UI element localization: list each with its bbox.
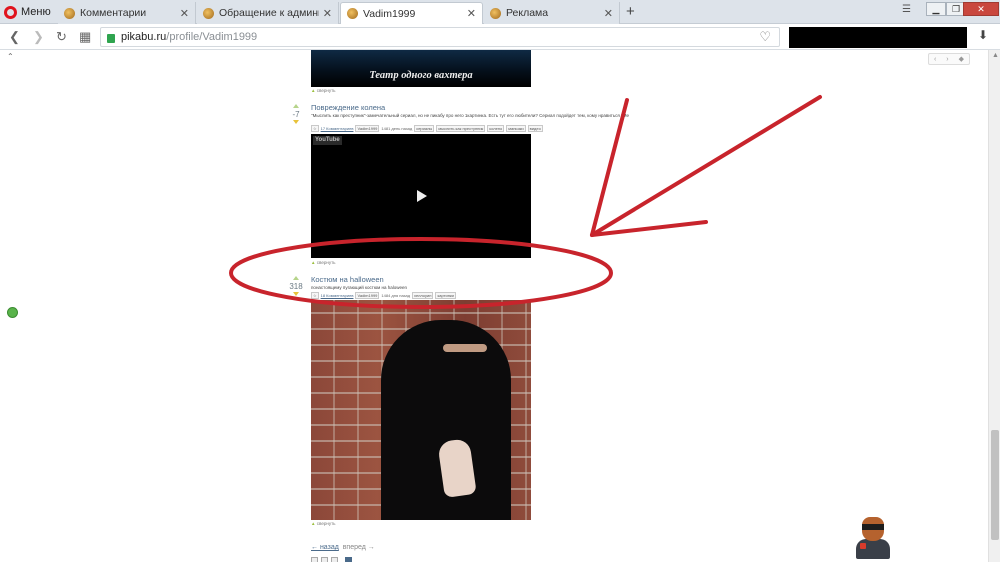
share-icon[interactable] xyxy=(311,557,318,562)
comments-link[interactable]: 18 Комментариев xyxy=(321,293,354,298)
pager-forward-link[interactable]: вперед → xyxy=(343,544,375,551)
play-icon[interactable] xyxy=(417,190,427,202)
share-icon[interactable] xyxy=(331,557,338,562)
minimize-button[interactable]: ▁ xyxy=(926,2,946,16)
avatar-badge xyxy=(860,543,866,549)
mini-fish-icon[interactable]: ◆ xyxy=(959,55,964,63)
video-thumbnail[interactable]: Театр одного вахтера xyxy=(311,50,531,87)
tab-close-icon[interactable]: ✕ xyxy=(604,7,613,20)
save-post-button[interactable]: ☆ xyxy=(311,292,319,299)
avatar-headband xyxy=(862,524,884,530)
post-tag[interactable]: хеллоуин xyxy=(412,292,434,299)
opera-menu-button[interactable]: Меню xyxy=(4,3,51,21)
share-icon[interactable] xyxy=(345,557,352,562)
menu-label: Меню xyxy=(21,6,51,18)
url-input[interactable]: pikabu.ru /profile/Vadim1999 ♡ xyxy=(100,27,780,47)
post-meta: ☆ 18 Комментариев Vadim1999 1484 дня наз… xyxy=(311,292,456,299)
tab-title: Обращение к администр xyxy=(219,7,319,19)
author-link[interactable]: Vadim1999 xyxy=(355,125,380,132)
post-rating: 318 xyxy=(289,282,303,291)
photo-eyes xyxy=(443,344,487,352)
youtube-video-player[interactable]: YouTube xyxy=(311,134,531,258)
pikabu-favicon-icon xyxy=(490,7,501,19)
collapse-link[interactable]: ▲ свернуть xyxy=(311,521,335,526)
post-title[interactable]: Костюм на halloween xyxy=(311,275,384,284)
post-description: "Мыслить как преступник"-замечательный с… xyxy=(311,113,630,118)
tab-title: Реклама xyxy=(506,7,549,19)
url-host: pikabu.ru xyxy=(121,31,167,43)
pager-back-link[interactable]: ← назад xyxy=(311,544,339,551)
avatar-body xyxy=(856,539,890,559)
upvote-icon[interactable] xyxy=(293,104,299,108)
reload-icon[interactable]: ↻ xyxy=(56,29,67,45)
mini-next-icon[interactable]: › xyxy=(946,56,948,63)
author-link[interactable]: Vadim1999 xyxy=(355,292,380,299)
mini-navigation[interactable]: ‹ › ◆ xyxy=(928,53,970,65)
tab-title: Комментарии xyxy=(80,7,147,19)
tab-ads[interactable]: Реклама ✕ xyxy=(484,2,620,24)
scroll-thumb[interactable] xyxy=(991,430,999,540)
save-post-button[interactable]: ☆ xyxy=(311,125,319,132)
speed-dial-grid-icon[interactable]: ▦ xyxy=(79,29,91,45)
pikabu-favicon-icon xyxy=(203,7,214,19)
post-tag[interactable]: видео xyxy=(527,125,543,132)
post-tag[interactable]: мыслить как преступник xyxy=(436,125,486,132)
downvote-icon[interactable] xyxy=(293,120,299,124)
upvote-icon[interactable] xyxy=(293,276,299,280)
pikabu-favicon-icon xyxy=(64,7,75,19)
tab-close-icon[interactable]: ✕ xyxy=(180,7,189,20)
post-age: 1481 день назад xyxy=(381,126,413,131)
side-green-button[interactable] xyxy=(7,307,18,318)
tab-strip: Меню Комментарии ✕ Обращение к администр… xyxy=(0,0,1000,24)
collapse-link[interactable]: ▲ свернуть xyxy=(311,88,335,93)
scroll-top-caret-icon[interactable]: ⌃ xyxy=(7,52,14,61)
mini-prev-icon[interactable]: ‹ xyxy=(934,56,936,63)
tab-comments[interactable]: Комментарии ✕ xyxy=(58,2,196,24)
post-image[interactable] xyxy=(311,300,531,520)
lock-icon xyxy=(107,33,115,43)
redacted-box xyxy=(789,27,967,48)
pagination: ← назад вперед → xyxy=(311,544,375,551)
post-tag[interactable]: сериалы xyxy=(414,125,435,132)
download-icon[interactable]: ⬇ xyxy=(978,28,988,42)
tab-menu-icon[interactable]: ☰ xyxy=(902,4,911,15)
tab-title: Vadim1999 xyxy=(363,7,416,20)
opera-logo-icon xyxy=(4,5,17,19)
post-meta: ☆ 17 Комментариев Vadim1999 1481 день на… xyxy=(311,125,543,132)
vertical-scrollbar[interactable]: ▲ xyxy=(988,50,1000,562)
back-arrow-icon[interactable]: ❮ xyxy=(9,29,20,45)
tab-appeal[interactable]: Обращение к администр ✕ xyxy=(197,2,339,24)
mascot-avatar[interactable] xyxy=(852,515,894,559)
post-title[interactable]: Повреждение колена xyxy=(311,103,385,112)
forward-arrow-icon[interactable]: ❯ xyxy=(33,29,44,45)
bookmark-heart-icon[interactable]: ♡ xyxy=(759,29,771,45)
tab-close-icon[interactable]: ✕ xyxy=(467,7,476,20)
post-tag[interactable]: колено xyxy=(487,125,505,132)
share-icon[interactable] xyxy=(321,557,328,562)
page-content: ⌃ ‹ › ◆ Театр одного вахтера ▲ свернуть … xyxy=(0,50,988,562)
close-window-button[interactable]: ✕ xyxy=(963,2,999,16)
youtube-logo: YouTube xyxy=(313,136,342,145)
tab-close-icon[interactable]: ✕ xyxy=(323,7,332,20)
tab-vadim1999[interactable]: Vadim1999 ✕ xyxy=(340,2,483,24)
scroll-up-arrow-icon[interactable]: ▲ xyxy=(992,52,999,59)
post-age: 1484 дня назад xyxy=(381,293,411,298)
video-title: Театр одного вахтера xyxy=(369,70,473,81)
collapse-link[interactable]: ▲ свернуть xyxy=(311,260,335,265)
url-path: /profile/Vadim1999 xyxy=(166,31,258,43)
post-rating: -7 xyxy=(292,110,300,119)
comments-link[interactable]: 17 Комментариев xyxy=(321,126,354,131)
post-tag[interactable]: картинки xyxy=(435,292,456,299)
post-tag[interactable]: маньяки xyxy=(506,125,526,132)
new-tab-plus-icon[interactable]: + xyxy=(626,3,635,20)
pikabu-favicon-icon xyxy=(347,8,358,19)
post-description: понастоящему пугающий костюм на haloween xyxy=(311,285,408,290)
downvote-icon[interactable] xyxy=(293,292,299,296)
